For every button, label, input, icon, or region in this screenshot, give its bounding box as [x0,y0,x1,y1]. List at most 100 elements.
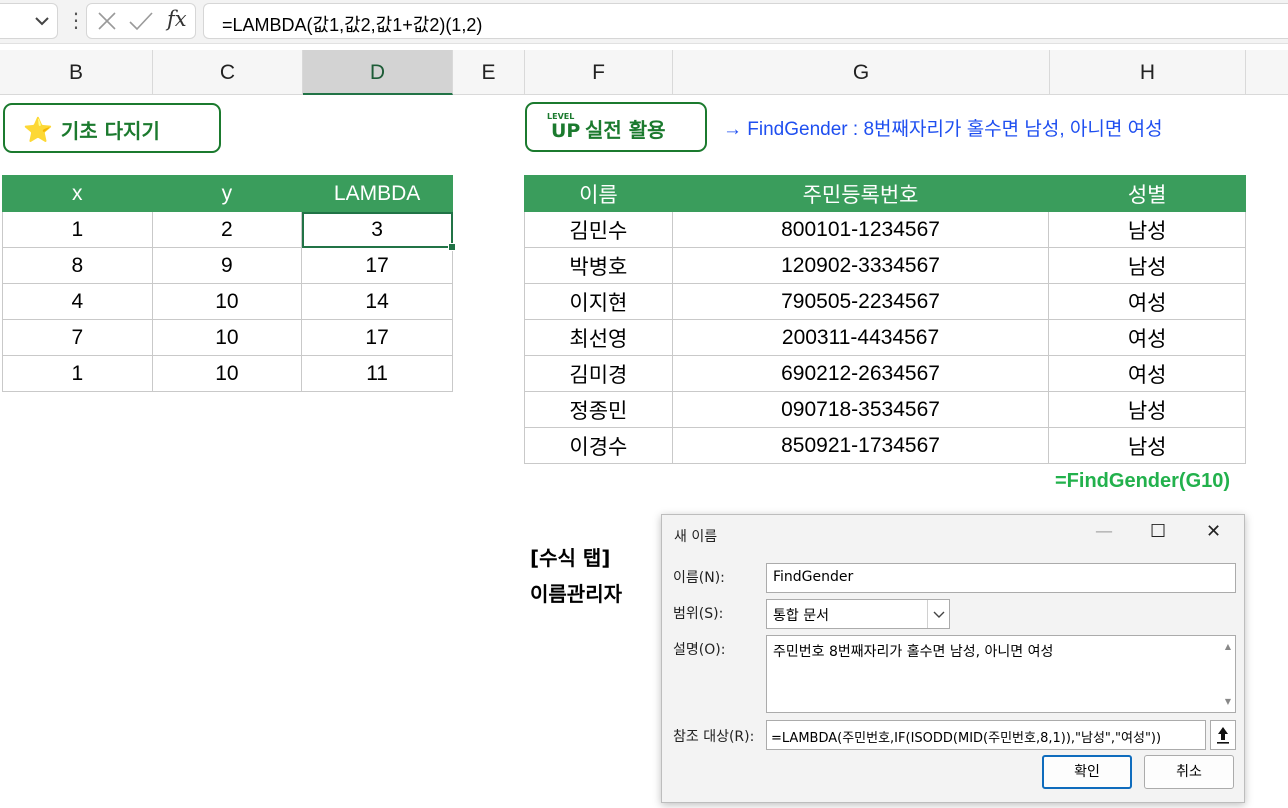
table-row: 1 2 3 [2,211,457,252]
table-cell[interactable]: 2 [151,211,303,248]
formula-bar: ⋮ fx =LAMBDA(값1,값2,값1+값2)(1,2) [0,0,1288,44]
chevron-down-icon[interactable] [927,600,949,628]
table-cell[interactable]: 1 [2,211,153,248]
insert-function-button[interactable]: fx [167,7,187,31]
table-cell[interactable]: 남성 [1048,247,1246,284]
table-cell[interactable]: 김민수 [524,211,673,248]
table-header-cell[interactable]: 주민등록번호 [671,175,1050,212]
name-label: 이름(N): [673,570,725,586]
table-cell[interactable]: 남성 [1048,427,1246,464]
table-cell[interactable]: 10 [151,319,303,356]
table-cell[interactable]: 690212-2634567 [671,355,1050,392]
vertical-dots-icon[interactable]: ⋮ [66,8,86,32]
table-row: 김미경 690212-2634567 여성 [524,355,1246,392]
cancel-button[interactable]: 취소 [1144,755,1234,789]
table-cell[interactable]: 7 [2,319,153,356]
table-cell[interactable]: 10 [151,283,303,320]
comment-textarea[interactable]: 주민번호 8번째자리가 홀수면 남성, 아니면 여성 ▲ ▼ [766,635,1236,713]
scroll-down-icon[interactable]: ▼ [1225,697,1231,706]
table-cell[interactable]: 최선영 [524,319,673,356]
column-header-g[interactable]: G [673,50,1050,95]
dialog-title: 새 이름 [674,529,718,545]
table-row: 8 9 17 [2,247,453,284]
table-header-cell[interactable]: 성별 [1048,175,1246,212]
advanced-badge: LEVEL UP 실전 활용 [525,102,707,152]
table-row: 이경수 850921-1734567 남성 [524,427,1246,464]
advanced-badge-label: 실전 활용 [585,118,666,142]
table-row: 정종민 090718-3534567 남성 [524,391,1246,428]
formula-buttons: fx [86,3,196,39]
lambda-table: x y LAMBDA 1 2 3 8 9 17 4 10 14 7 10 17 … [2,175,457,392]
column-header-f[interactable]: F [525,50,673,95]
scope-select[interactable]: 통합 문서 [766,599,950,629]
basic-badge-label: 기초 다지기 [60,119,160,143]
table-cell[interactable]: 10 [151,355,303,392]
name-input[interactable]: FindGender [766,563,1236,593]
table-cell[interactable]: 이경수 [524,427,673,464]
table-cell[interactable]: 17 [301,247,453,284]
table-cell[interactable]: 17 [301,319,453,356]
table-header-row: x y LAMBDA [2,175,453,212]
table-cell[interactable]: 1 [2,355,153,392]
table-header-row: 이름 주민등록번호 성별 [524,175,1246,212]
close-icon[interactable]: ✕ [1206,521,1221,542]
table-row: 이지현 790505-2234567 여성 [524,283,1246,320]
table-cell[interactable]: 남성 [1048,391,1246,428]
formula-input[interactable]: =LAMBDA(값1,값2,값1+값2)(1,2) [203,3,1288,39]
column-header-h[interactable]: H [1050,50,1246,95]
reference-label: 참조 대상(R): [673,729,755,745]
table-cell[interactable]: 이지현 [524,283,673,320]
table-cell[interactable]: 790505-2234567 [671,283,1050,320]
chevron-down-icon[interactable] [33,8,51,39]
table-cell[interactable]: 4 [2,283,153,320]
name-manager-label: [수식 탭] 이름관리자 [530,540,622,612]
formula-tab-text: [수식 탭] [530,546,611,570]
collapse-dialog-icon[interactable] [1210,720,1236,750]
basic-badge: ⭐ 기초 다지기 [3,103,221,153]
table-row: 1 10 11 [2,355,453,392]
gender-table: 이름 주민등록번호 성별 김민수 800101-1234567 남성 박병호 1… [524,175,1246,464]
table-header-cell[interactable]: 이름 [524,175,673,212]
table-cell[interactable]: 800101-1234567 [671,211,1050,248]
comment-label: 설명(O): [673,642,726,658]
table-cell[interactable]: 남성 [1048,211,1246,248]
table-cell[interactable]: 9 [151,247,303,284]
active-cell[interactable]: 3 [301,211,457,252]
table-cell[interactable]: 김미경 [524,355,673,392]
table-cell[interactable]: 11 [301,355,453,392]
column-header-d[interactable]: D [303,50,453,95]
table-cell[interactable]: 14 [301,283,453,320]
reference-input[interactable]: =LAMBDA(주민번호,IF(ISODD(MID(주민번호,8,1)),"남성… [766,720,1206,750]
table-header-cell[interactable]: LAMBDA [301,175,453,212]
table-cell[interactable]: 여성 [1048,355,1246,392]
column-header-i[interactable] [1246,50,1288,95]
column-header-b[interactable]: B [0,50,153,95]
table-cell[interactable]: 박병호 [524,247,673,284]
table-cell[interactable]: 200311-4434567 [671,319,1050,356]
name-box[interactable] [0,3,58,39]
table-cell[interactable]: 여성 [1048,283,1246,320]
table-cell[interactable]: 8 [2,247,153,284]
scope-label: 범위(S): [673,606,724,622]
scroll-up-icon[interactable]: ▲ [1225,642,1231,651]
findgender-note: → FindGender : 8번째자리가 홀수면 남성, 아니면 여성 [723,119,1163,140]
column-header-c[interactable]: C [153,50,303,95]
level-up-logo: UP [551,120,581,142]
table-cell[interactable]: 090718-3534567 [671,391,1050,428]
ok-button[interactable]: 확인 [1042,755,1132,789]
cancel-x-icon[interactable] [95,7,119,41]
table-cell[interactable]: 여성 [1048,319,1246,356]
table-header-cell[interactable]: x [2,175,153,212]
minimize-icon[interactable]: — [1095,521,1113,542]
maximize-icon[interactable]: ☐ [1150,521,1166,542]
new-name-dialog: 새 이름 — ☐ ✕ 이름(N): FindGender 범위(S): 통합 문… [661,514,1245,803]
gender-formula-text: =FindGender(G10) [1055,470,1231,492]
name-manager-text: 이름관리자 [530,582,622,606]
checkmark-icon[interactable] [127,7,155,41]
column-header-e[interactable]: E [453,50,525,95]
table-cell[interactable]: 120902-3334567 [671,247,1050,284]
table-cell[interactable]: 정종민 [524,391,673,428]
table-cell[interactable]: 850921-1734567 [671,427,1050,464]
scope-value: 통합 문서 [773,608,829,624]
table-header-cell[interactable]: y [151,175,303,212]
